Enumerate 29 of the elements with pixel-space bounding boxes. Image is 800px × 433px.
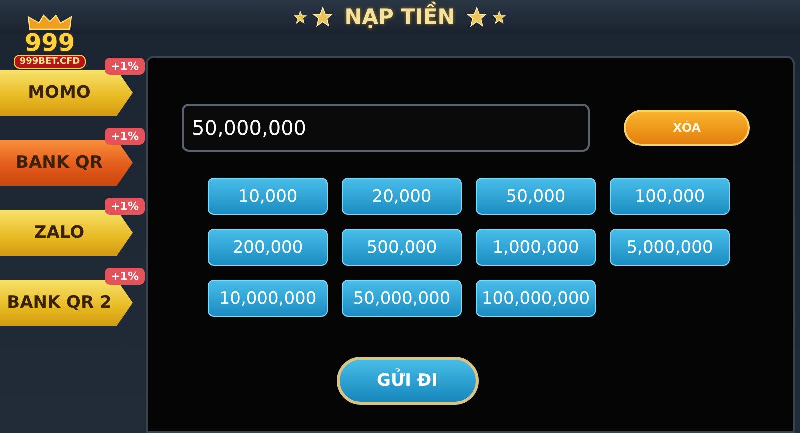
amount-button[interactable]: 50,000 [476, 178, 596, 215]
amount-button[interactable]: 20,000 [342, 178, 462, 215]
amount-button[interactable]: 5,000,000 [610, 229, 730, 266]
payment-method-tab[interactable]: MOMO [0, 70, 133, 116]
star-icon [294, 10, 307, 24]
bonus-badge: +1% [105, 268, 145, 285]
clear-button[interactable]: XÓA [624, 110, 750, 146]
amount-button[interactable]: 10,000,000 [208, 280, 328, 317]
bonus-badge: +1% [105, 58, 145, 75]
amount-button[interactable]: 50,000,000 [342, 280, 462, 317]
payment-method-tab[interactable]: ZALO [0, 210, 133, 256]
payment-method-tab[interactable]: BANK QR [0, 140, 133, 186]
amount-field[interactable]: 50,000,000 [182, 104, 590, 152]
crown-icon [27, 14, 73, 31]
submit-button[interactable]: GỬI ĐI [336, 357, 478, 405]
payment-method-tab[interactable]: BANK QR 2 [0, 280, 133, 326]
amount-button[interactable]: 10,000 [208, 178, 328, 215]
amount-button[interactable]: 100,000 [610, 178, 730, 215]
star-icon [493, 10, 506, 24]
logo-numerals: 999 [24, 31, 76, 55]
star-icon [312, 7, 333, 27]
amount-button[interactable]: 200,000 [208, 229, 328, 266]
logo-domain: 999BET.CFD [14, 55, 86, 69]
amount-button[interactable]: 1,000,000 [476, 229, 596, 266]
bonus-badge: +1% [105, 128, 145, 145]
amount-button[interactable]: 100,000,000 [476, 280, 596, 317]
bonus-badge: +1% [105, 198, 145, 215]
star-icon [467, 7, 488, 27]
amount-button[interactable]: 500,000 [342, 229, 462, 266]
